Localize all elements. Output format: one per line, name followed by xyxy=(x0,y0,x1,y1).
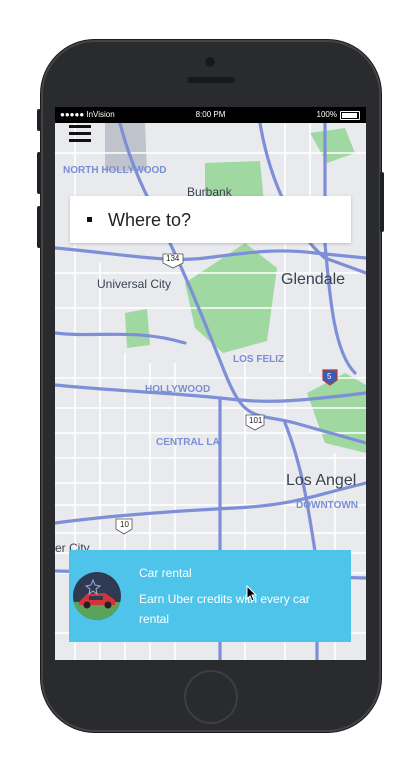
cursor-icon xyxy=(246,585,258,602)
promo-description: Earn Uber credits with every car rental xyxy=(139,592,310,626)
status-bar: ●●●●● InVision 8:00 PM 100% xyxy=(55,107,366,123)
car-rental-illustration xyxy=(73,578,121,620)
map-label-central-la: CENTRAL LA xyxy=(156,437,220,448)
promo-title: Car rental xyxy=(139,566,192,580)
phone-screen: ●●●●● InVision 8:00 PM 100% NORTH HOLLYW… xyxy=(55,107,366,660)
map-label-los-feliz: LOS FELIZ xyxy=(233,354,285,365)
highway-shield-101: 101 xyxy=(249,416,263,425)
destination-square-icon xyxy=(87,217,92,222)
phone-volume-down xyxy=(37,206,41,248)
earpiece-speaker xyxy=(187,77,235,83)
map-label-hollywood: HOLLYWOOD xyxy=(145,384,211,395)
battery-percent: 100% xyxy=(316,110,337,119)
highway-shield-5: 5 xyxy=(327,372,332,381)
home-button[interactable] xyxy=(184,670,238,724)
phone-silent-switch xyxy=(37,109,41,131)
map-label-glendale: Glendale xyxy=(281,271,346,288)
menu-icon-line xyxy=(69,132,91,135)
highway-shield-134: 134 xyxy=(166,254,180,263)
phone-power-button xyxy=(380,172,384,232)
highway-shield-10: 10 xyxy=(120,520,129,529)
car-rental-icon xyxy=(73,572,121,620)
status-right-group: 100% xyxy=(317,107,360,123)
map-label-north-hollywood-1: NORTH HOLLYWOOD xyxy=(63,165,167,176)
map-label-los-angeles: Los Angel xyxy=(286,472,357,489)
map-label-downtown: DOWNTOWN xyxy=(296,500,359,511)
menu-icon-line xyxy=(69,139,91,142)
battery-icon xyxy=(340,110,360,120)
car-rental-promo-card[interactable]: Car rental Earn Uber credits with every … xyxy=(69,550,351,642)
map-label-universal-city: Universal City xyxy=(97,277,172,291)
menu-button[interactable] xyxy=(69,125,91,143)
menu-icon xyxy=(69,125,91,128)
phone-volume-up xyxy=(37,152,41,194)
destination-prompt: Where to? xyxy=(108,210,192,230)
destination-search-box[interactable]: Where to? xyxy=(70,196,351,243)
front-camera xyxy=(205,57,215,67)
